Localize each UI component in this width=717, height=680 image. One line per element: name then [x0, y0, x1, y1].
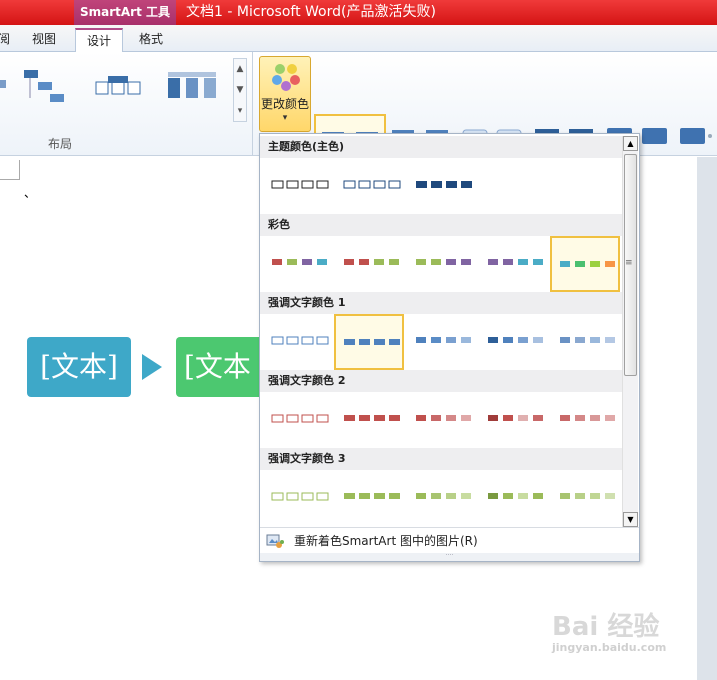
color-option-colorful-5-selected[interactable]: [550, 236, 620, 292]
accent-1-row: [260, 314, 622, 370]
watermark-url: jingyan.baidu.com: [552, 641, 667, 654]
color-option-accent1-5[interactable]: [552, 314, 622, 370]
smartart-tools-tab[interactable]: SmartArt 工具: [74, 0, 176, 25]
color-option-colorful-4[interactable]: [480, 236, 550, 292]
section-theme-primary: 主题颜色(主色): [260, 136, 622, 158]
document-title: 文档1 - Microsoft Word(产品激活失败): [186, 4, 436, 20]
document-margin: [697, 157, 717, 680]
tab-view[interactable]: 视图: [22, 28, 66, 52]
color-option-colorful-3[interactable]: [408, 236, 478, 292]
smartart-shape-1[interactable]: [文本]: [27, 337, 131, 397]
layout-group-label: 布局: [47, 137, 72, 151]
dropdown-resize-grip[interactable]: ····: [260, 553, 639, 561]
watermark-text: Bai 经验: [552, 612, 660, 642]
watermark: Bai 经验 jingyan.baidu.com: [552, 606, 666, 654]
color-option-primary-2[interactable]: [336, 158, 406, 214]
ribbon-tabs: 阅 视图 设计 格式: [0, 25, 717, 52]
color-option-primary-1[interactable]: [264, 158, 334, 214]
document-text-mark: 、: [24, 186, 37, 200]
change-colors-button[interactable]: 更改颜色 ▾: [259, 56, 311, 132]
color-option-accent1-1[interactable]: [264, 314, 334, 370]
change-colors-dropdown: 主题颜色(主色) 彩色 强调文字颜色 1 强调文字颜色 2 强调文字颜色 3 ▲…: [259, 133, 640, 562]
scroll-up-icon[interactable]: ▲: [623, 136, 638, 151]
section-colorful: 彩色: [260, 214, 622, 236]
recolor-picture-icon: [266, 534, 284, 548]
tab-format[interactable]: 格式: [126, 28, 176, 52]
color-option-accent1-3[interactable]: [408, 314, 478, 370]
color-option-colorful-1[interactable]: [264, 236, 334, 292]
change-colors-label: 更改颜色: [260, 97, 309, 111]
color-option-accent2-2[interactable]: [336, 392, 406, 448]
layout-thumb-hierarchy[interactable]: [0, 70, 64, 102]
section-accent-1: 强调文字颜色 1: [260, 292, 622, 314]
layout-gallery[interactable]: [0, 62, 230, 122]
smartart-shape-2[interactable]: [文本: [176, 337, 266, 397]
accent-3-row: [260, 470, 622, 526]
tab-review[interactable]: 阅: [0, 28, 14, 52]
color-option-accent3-1[interactable]: [264, 470, 334, 526]
section-accent-2: 强调文字颜色 2: [260, 370, 622, 392]
color-option-accent3-2[interactable]: [336, 470, 406, 526]
color-option-accent2-1[interactable]: [264, 392, 334, 448]
scrollbar-grip-icon: ≡: [625, 258, 633, 268]
color-option-primary-3[interactable]: [408, 158, 478, 214]
dropdown-arrow-icon: ▾: [282, 113, 288, 123]
layout-thumb-horizontal[interactable]: [95, 76, 141, 95]
color-option-accent1-2-selected[interactable]: [334, 314, 404, 370]
color-option-accent3-3[interactable]: [408, 470, 478, 526]
color-palette-icon: [272, 64, 300, 91]
tab-design[interactable]: 设计: [75, 28, 123, 52]
scroll-up-icon[interactable]: ▲: [234, 59, 246, 80]
scroll-down-icon[interactable]: ▼: [234, 80, 246, 101]
colorful-row: [260, 236, 622, 292]
color-option-accent3-5[interactable]: [552, 470, 622, 526]
gallery-more-icon[interactable]: ▾: [234, 101, 246, 122]
color-option-accent2-3[interactable]: [408, 392, 478, 448]
recolor-pictures-label: 重新着色SmartArt 图中的图片(R): [294, 534, 478, 548]
section-accent-3: 强调文字颜色 3: [260, 448, 622, 470]
smartart-arrow: [142, 354, 162, 380]
recolor-pictures-item[interactable]: 重新着色SmartArt 图中的图片(R): [260, 527, 639, 553]
theme-primary-row: [260, 158, 622, 214]
color-option-colorful-2[interactable]: [336, 236, 406, 292]
accent-2-row: [260, 392, 622, 448]
layout-gallery-scroll[interactable]: ▲ ▼ ▾: [233, 58, 247, 122]
color-option-accent2-5[interactable]: [552, 392, 622, 448]
color-option-accent2-4[interactable]: [480, 392, 550, 448]
dropdown-scrollbar[interactable]: ▲ ≡ ▼: [622, 136, 638, 528]
scroll-down-icon[interactable]: ▼: [623, 512, 638, 527]
title-bar: SmartArt 工具 文档1 - Microsoft Word(产品激活失败): [0, 0, 717, 25]
layout-thumb-list[interactable]: [168, 72, 216, 98]
color-option-accent3-4[interactable]: [480, 470, 550, 526]
layout-group: ▲ ▼ ▾ 布局: [0, 52, 253, 156]
page-corner-mark: [0, 160, 20, 180]
color-option-accent1-4[interactable]: [480, 314, 550, 370]
